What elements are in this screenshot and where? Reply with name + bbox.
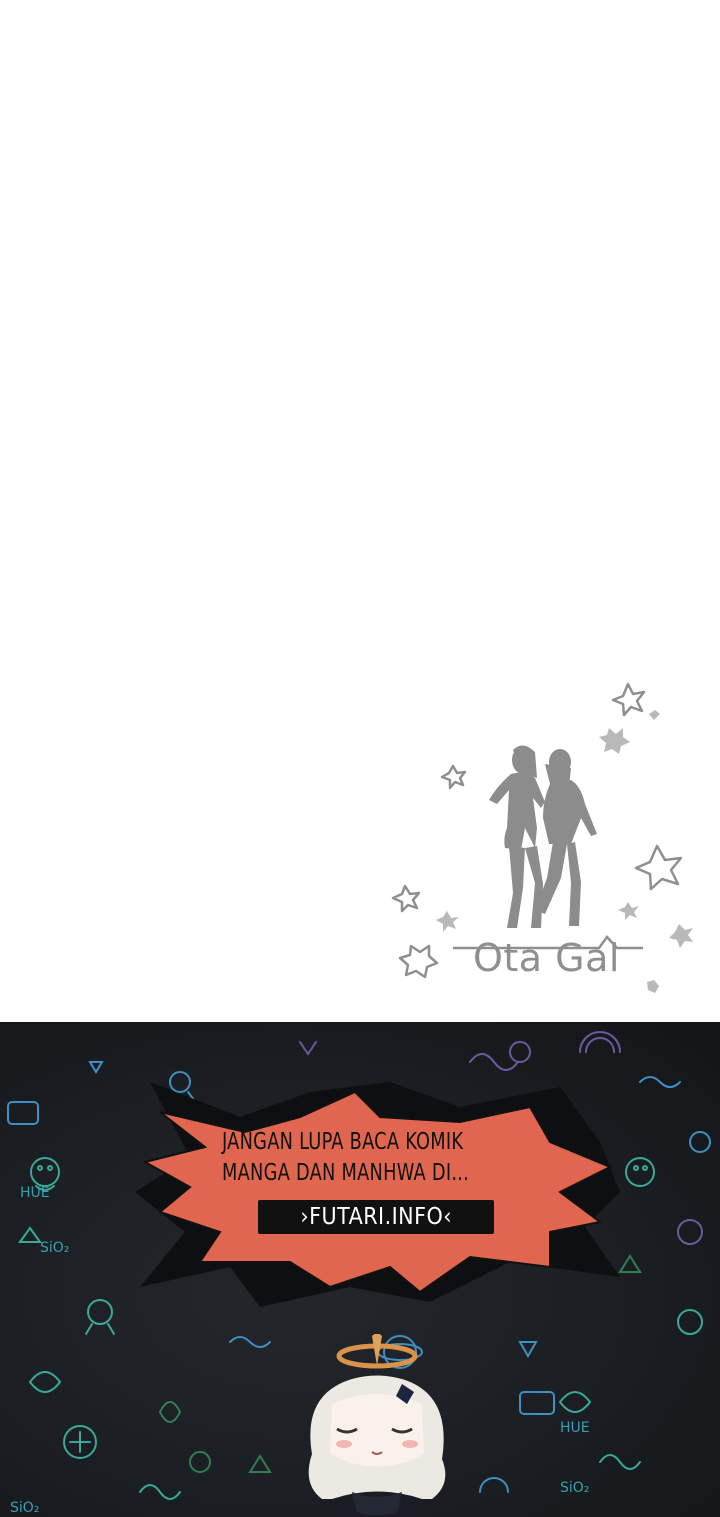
chibi-girl-with-halo-icon xyxy=(308,1334,446,1517)
site-url-text: ›FUTARI.INFO‹ xyxy=(300,1204,452,1230)
svg-text:SiO₂: SiO₂ xyxy=(40,1240,69,1256)
site-url-badge[interactable]: ›FUTARI.INFO‹ xyxy=(258,1200,494,1234)
svg-text:HUE: HUE xyxy=(560,1420,590,1436)
promo-line-2: MANGA DAN MANHWA DI... xyxy=(222,1160,470,1186)
ota-gal-logo: Ota Gal xyxy=(385,678,705,1008)
promo-panel: HUE SiO₂ SiO₂ SiO₂ HUE JANGAN LUPA BACA … xyxy=(0,1022,720,1517)
speech-burst-banner xyxy=(135,1082,620,1307)
svg-text:SiO₂: SiO₂ xyxy=(560,1480,589,1496)
logo-text: Ota Gal xyxy=(473,936,620,980)
promo-line-1: JANGAN LUPA BACA KOMIK xyxy=(222,1129,464,1155)
svg-text:SiO₂: SiO₂ xyxy=(10,1500,39,1516)
svg-text:HUE: HUE xyxy=(20,1185,50,1201)
